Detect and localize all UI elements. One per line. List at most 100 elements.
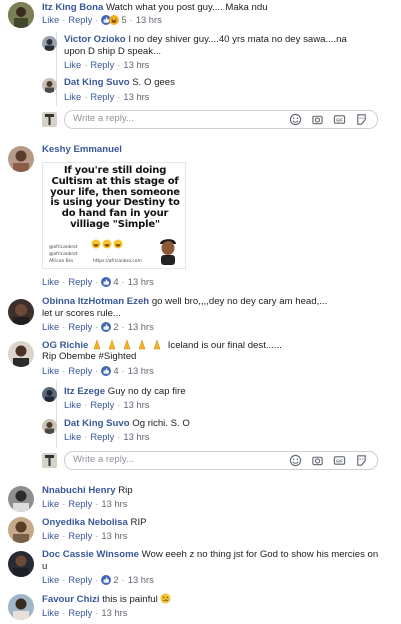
timestamp[interactable]: 13 hrs xyxy=(128,574,154,585)
camera-icon[interactable] xyxy=(311,113,324,126)
avatar[interactable] xyxy=(8,146,34,172)
comment-actions: Like · Reply · 5 · 13 hrs xyxy=(42,14,162,28)
like-link[interactable]: Like xyxy=(64,91,81,102)
avatar[interactable] xyxy=(42,78,57,93)
like-link[interactable]: Like xyxy=(64,399,81,410)
comment-author[interactable]: Itz Ezege xyxy=(64,386,105,397)
timestamp[interactable]: 13 hrs xyxy=(123,399,149,410)
comment: Keshy Emmanuel xyxy=(42,144,342,158)
avatar[interactable] xyxy=(8,551,34,577)
like-reaction-icon xyxy=(101,575,112,588)
sticker-icon[interactable] xyxy=(355,113,368,126)
avatar[interactable] xyxy=(42,36,57,51)
reply-link[interactable]: Reply xyxy=(68,14,92,25)
comment-text: Rip xyxy=(118,485,133,496)
reply-link[interactable]: Reply xyxy=(68,574,92,585)
reply-link[interactable]: Reply xyxy=(90,91,114,102)
timestamp[interactable]: 13 hrs xyxy=(128,276,154,287)
avatar[interactable] xyxy=(42,419,57,434)
avatar[interactable] xyxy=(42,387,57,402)
comment-author[interactable]: Nnabuchi Henry xyxy=(42,485,116,496)
like-link[interactable]: Like xyxy=(42,498,59,509)
comment: Favour Chizi this is painful Like · Reply ·… xyxy=(42,593,342,621)
reaction-count[interactable]: 5 xyxy=(121,14,126,25)
emoji-row xyxy=(91,239,141,249)
like-reaction-icon xyxy=(101,277,112,290)
like-reaction-icon xyxy=(101,366,112,379)
comment-text: Og richi. S. O xyxy=(132,418,190,429)
comment: Itz King Bona Watch what you post guy...… xyxy=(42,2,392,28)
comment-author[interactable]: Keshy Emmanuel xyxy=(42,144,122,155)
comment-actions: Like · Reply · 4 · 13 hrs xyxy=(42,365,154,379)
reply-input-box[interactable]: GIF xyxy=(64,110,378,129)
reply-link[interactable]: Reply xyxy=(68,530,92,541)
comment-author[interactable]: Favour Chizi xyxy=(42,594,100,605)
reply-input[interactable] xyxy=(73,113,243,124)
like-link[interactable]: Like xyxy=(42,574,59,585)
reply-link[interactable]: Reply xyxy=(90,59,114,70)
gif-icon[interactable]: GIF xyxy=(333,454,346,467)
timestamp[interactable]: 13 hrs xyxy=(101,530,127,541)
timestamp[interactable]: 13 hrs xyxy=(136,14,162,25)
like-link[interactable]: Like xyxy=(42,365,59,376)
comment-author[interactable]: Onyedika Nebolisa xyxy=(42,517,128,528)
timestamp[interactable]: 13 hrs xyxy=(123,91,149,102)
comment-text: go well bro,,,,dey no dey cary am head,.… xyxy=(151,296,328,307)
timestamp[interactable]: 13 hrs xyxy=(101,607,127,618)
comment-author[interactable]: Obinna ItzHotman Ezeh xyxy=(42,296,149,307)
comment-author[interactable]: OG Richie xyxy=(42,340,88,351)
reaction-count[interactable]: 4 xyxy=(113,365,118,376)
gif-icon[interactable]: GIF xyxy=(333,113,346,126)
comment-author[interactable]: Dat King Suvo xyxy=(64,77,130,88)
avatar[interactable] xyxy=(8,341,34,367)
avatar[interactable] xyxy=(8,517,34,543)
comment-author[interactable]: Victor Ozioko xyxy=(64,34,126,45)
like-link[interactable]: Like xyxy=(42,530,59,541)
emoji-icon[interactable] xyxy=(289,113,302,126)
timestamp[interactable]: 13 hrs xyxy=(128,365,154,376)
my-avatar xyxy=(42,112,57,127)
reply-link[interactable]: Reply xyxy=(90,431,114,442)
like-link[interactable]: Like xyxy=(42,321,59,332)
comment-author[interactable]: Itz King Bona xyxy=(42,2,103,13)
comment-text: I no dey shiver guy....40 yrs mata no de… xyxy=(128,34,347,45)
reply-input-box[interactable]: GIF xyxy=(64,451,378,470)
avatar[interactable] xyxy=(8,594,34,620)
comment-text-continued: let ur scores rule... xyxy=(42,308,121,319)
like-link[interactable]: Like xyxy=(42,607,59,618)
comment-actions: Like · Reply · 13 hrs xyxy=(42,498,128,509)
reply-link[interactable]: Reply xyxy=(68,498,92,509)
comment-actions: Like · Reply · 13 hrs xyxy=(42,607,128,618)
reply-link[interactable]: Reply xyxy=(68,365,92,376)
comment-text: Iceland is our final dest...... xyxy=(167,340,282,351)
timestamp[interactable]: 13 hrs xyxy=(123,431,149,442)
sticker-icon[interactable] xyxy=(355,454,368,467)
comment-text: this is painful xyxy=(102,594,158,605)
avatar[interactable] xyxy=(8,486,34,512)
like-link[interactable]: Like xyxy=(42,14,59,25)
reply-link[interactable]: Reply xyxy=(90,399,114,410)
avatar[interactable] xyxy=(8,2,34,28)
reaction-count[interactable]: 2 xyxy=(113,574,118,585)
reaction-count[interactable]: 2 xyxy=(113,321,118,332)
avatar[interactable] xyxy=(8,299,34,325)
comment-actions: Like · Reply · 2 · 13 hrs xyxy=(42,321,154,335)
like-link[interactable]: Like xyxy=(64,59,81,70)
comment-author[interactable]: Dat King Suvo xyxy=(64,418,130,429)
timestamp[interactable]: 13 hrs xyxy=(128,321,154,332)
emoji-icon[interactable] xyxy=(289,454,302,467)
reply-link[interactable]: Reply xyxy=(68,321,92,332)
reaction-count[interactable]: 4 xyxy=(113,276,118,287)
comment-image[interactable]: If you're still doing Cultism at this st… xyxy=(42,162,186,269)
timestamp[interactable]: 13 hrs xyxy=(101,498,127,509)
comment: Nnabuchi Henry Rip Like · Reply · 13 hrs xyxy=(42,485,342,511)
camera-icon[interactable] xyxy=(311,454,324,467)
like-link[interactable]: Like xyxy=(64,431,81,442)
reply-input[interactable] xyxy=(73,454,243,465)
reply-link[interactable]: Reply xyxy=(68,607,92,618)
comment-author[interactable]: Doc Cassie Winsome xyxy=(42,549,139,560)
comment-text-continued: upon D ship D speak... xyxy=(64,46,162,57)
like-link[interactable]: Like xyxy=(42,276,59,287)
timestamp[interactable]: 13 hrs xyxy=(123,59,149,70)
reply-link[interactable]: Reply xyxy=(68,276,92,287)
